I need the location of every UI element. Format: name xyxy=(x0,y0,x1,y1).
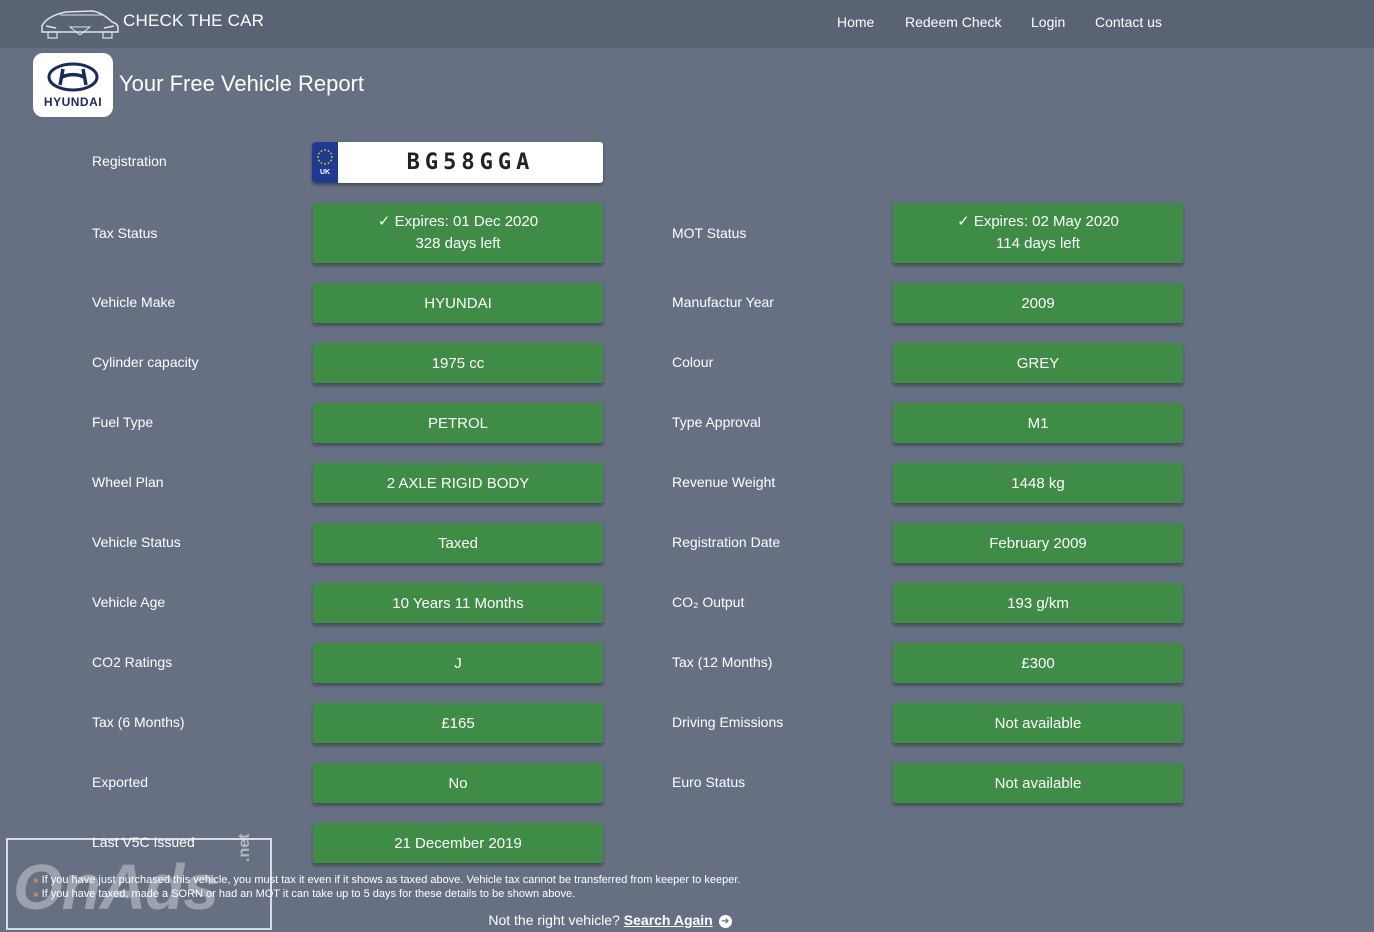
nav-redeem-check[interactable]: Redeem Check xyxy=(905,14,1002,30)
co2-ratings-label: CO2 Ratings xyxy=(92,654,173,670)
watermark: OnAds .net xyxy=(6,834,272,930)
search-again-link[interactable]: Search Again xyxy=(624,912,713,928)
registration-label: Registration xyxy=(92,153,167,169)
tax-6-months-label: Tax (6 Months) xyxy=(92,714,185,730)
page-title: Your Free Vehicle Report xyxy=(119,71,364,96)
eu-stars-icon xyxy=(317,149,333,165)
tax-status-label: Tax Status xyxy=(92,225,158,241)
registration-date-label: Registration Date xyxy=(672,534,781,550)
wheel-plan-value: 2 AXLE RIGID BODY xyxy=(313,463,603,503)
tax-6-months-value: £165 xyxy=(313,703,603,743)
arrow-right-circle-icon[interactable]: ➜ xyxy=(718,914,732,928)
plate-country: UK xyxy=(319,169,331,176)
watermark-sub: .net xyxy=(236,833,253,862)
euro-status-label: Euro Status xyxy=(672,774,746,790)
manufactur-year-label: Manufactur Year xyxy=(672,294,774,310)
vehicle-status-value: Taxed xyxy=(313,523,603,563)
vehicle-status-label: Vehicle Status xyxy=(92,534,181,550)
manufactur-year-value: 2009 xyxy=(893,283,1183,323)
mot-expiry: ✓ Expires: 02 May 2020 xyxy=(957,213,1119,230)
tax-days-left: 328 days left xyxy=(415,235,501,252)
nav-home[interactable]: Home xyxy=(837,14,874,30)
brand-name: CHECK THE CAR xyxy=(123,11,265,30)
colour-label: Colour xyxy=(672,354,714,370)
watermark-text: OnAds xyxy=(13,851,219,923)
fuel-type-label: Fuel Type xyxy=(92,414,154,430)
tax-expiry: ✓ Expires: 01 Dec 2020 xyxy=(377,213,539,230)
revenue-weight-label: Revenue Weight xyxy=(672,474,776,490)
nav-login[interactable]: Login xyxy=(1031,14,1065,30)
revenue-weight-value: 1448 kg xyxy=(893,463,1183,503)
colour-value: GREY xyxy=(893,343,1183,383)
fuel-type-value: PETROL xyxy=(313,403,603,443)
logo-text: HYUNDAI xyxy=(43,95,103,109)
make-logo: HYUNDAI xyxy=(33,53,113,117)
registration-number: BG58GGA xyxy=(406,150,535,175)
mot-days-left: 114 days left xyxy=(996,235,1080,252)
registration-date-value: February 2009 xyxy=(893,523,1183,563)
driving-emissions-label: Driving Emissions xyxy=(672,714,784,730)
vehicle-make-value: HYUNDAI xyxy=(313,283,603,323)
driving-emissions-value: Not available xyxy=(893,703,1183,743)
top-navbar: CHECK THE CAR Home Redeem Check Login Co… xyxy=(0,0,1374,48)
co-output-value: 193 g/km xyxy=(893,583,1183,623)
vehicle-make-label: Vehicle Make xyxy=(92,294,176,310)
wrong-vehicle-text: Not the right vehicle? xyxy=(488,912,620,928)
registration-plate: UK BG58GGA xyxy=(312,142,603,183)
cylinder-capacity-label: Cylinder capacity xyxy=(92,354,199,370)
vehicle-age-value: 10 Years 11 Months xyxy=(313,583,603,623)
vehicle-age-label: Vehicle Age xyxy=(92,594,166,610)
hyundai-logo-icon xyxy=(47,62,99,92)
exported-label: Exported xyxy=(92,774,149,790)
tax-12-months-label: Tax (12 Months) xyxy=(672,654,773,670)
last-v5c-issued-value: 21 December 2019 xyxy=(313,823,603,863)
cylinder-capacity-value: 1975 cc xyxy=(313,343,603,383)
wheel-plan-label: Wheel Plan xyxy=(92,474,164,490)
tax-status-value: ✓ Expires: 01 Dec 2020 328 days left xyxy=(313,203,603,263)
co2-ratings-value: J xyxy=(313,643,603,683)
type-approval-label: Type Approval xyxy=(672,414,761,430)
car-logo-icon xyxy=(41,10,119,39)
mot-status-value: ✓ Expires: 02 May 2020 114 days left xyxy=(893,203,1183,263)
mot-status-label: MOT Status xyxy=(672,225,747,241)
exported-value: No xyxy=(313,763,603,803)
tax-12-months-value: £300 xyxy=(893,643,1183,683)
plate-country-band: UK xyxy=(312,142,338,183)
type-approval-value: M1 xyxy=(893,403,1183,443)
co-output-label: CO₂ Output xyxy=(672,594,745,610)
brand-link[interactable]: CHECK THE CAR xyxy=(40,4,264,44)
euro-status-value: Not available xyxy=(893,763,1183,803)
nav-contact-us[interactable]: Contact us xyxy=(1095,14,1162,30)
